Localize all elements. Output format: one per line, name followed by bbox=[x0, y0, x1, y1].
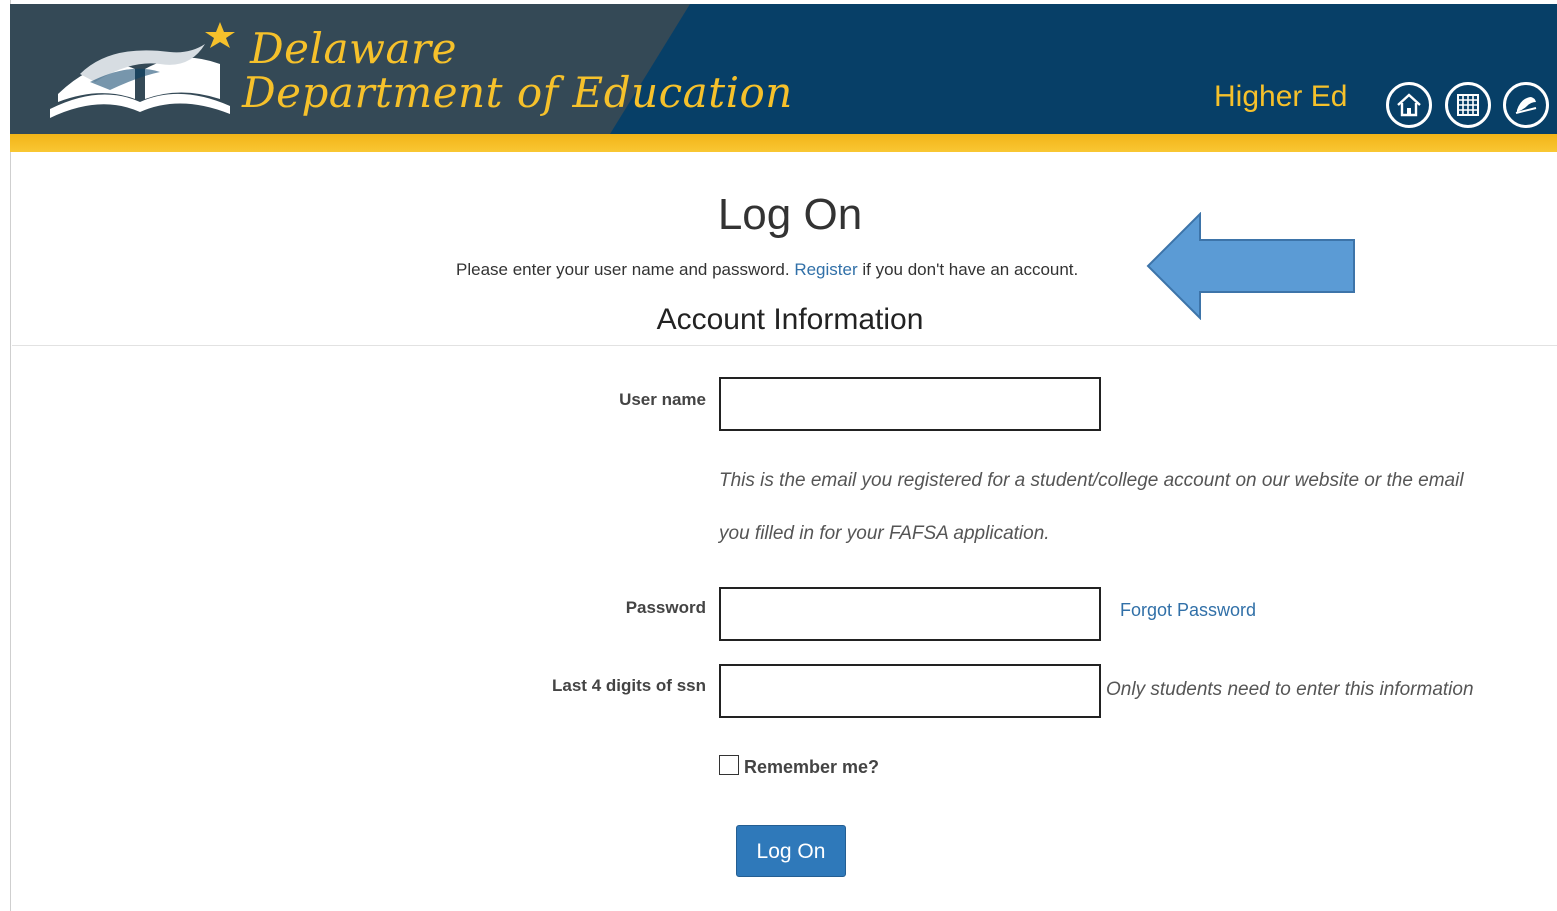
brand-title-line2: Department of Education bbox=[242, 68, 793, 117]
delaware-map-icon[interactable] bbox=[1503, 82, 1549, 128]
remember-me-checkbox[interactable] bbox=[719, 755, 739, 775]
intro-after: if you don't have an account. bbox=[862, 260, 1079, 279]
ssn-input[interactable] bbox=[719, 664, 1101, 718]
higher-ed-link[interactable]: Higher Ed bbox=[1214, 80, 1347, 114]
password-input[interactable] bbox=[719, 587, 1101, 641]
header-gold-bar bbox=[10, 134, 1557, 152]
register-link[interactable]: Register bbox=[794, 260, 857, 279]
brand-title-line1: Delaware bbox=[250, 24, 457, 73]
intro-before: Please enter your user name and password… bbox=[456, 260, 790, 279]
account-information-heading: Account Information bbox=[656, 303, 924, 336]
ssn-hint: Only students need to enter this informa… bbox=[1106, 679, 1474, 700]
intro-text: Please enter your user name and password… bbox=[456, 260, 1078, 280]
ssn-label: Last 4 digits of ssn bbox=[552, 676, 706, 695]
doe-logo-icon[interactable] bbox=[40, 14, 240, 129]
forgot-password-link[interactable]: Forgot Password bbox=[1120, 600, 1256, 621]
username-hint-line2: you filled in for your FAFSA application… bbox=[719, 523, 1050, 544]
site-header: Delaware Department of Education Higher … bbox=[10, 4, 1557, 134]
username-input[interactable] bbox=[719, 377, 1101, 431]
username-label: User name bbox=[619, 390, 706, 409]
log-on-button[interactable]: Log On bbox=[736, 825, 846, 877]
remember-me-label[interactable]: Remember me? bbox=[744, 757, 879, 778]
calendar-grid-icon[interactable] bbox=[1445, 82, 1491, 128]
home-icon[interactable] bbox=[1386, 82, 1432, 128]
section-divider bbox=[12, 345, 1557, 346]
password-label: Password bbox=[625, 598, 706, 617]
username-hint-line1: This is the email you registered for a s… bbox=[719, 470, 1464, 491]
